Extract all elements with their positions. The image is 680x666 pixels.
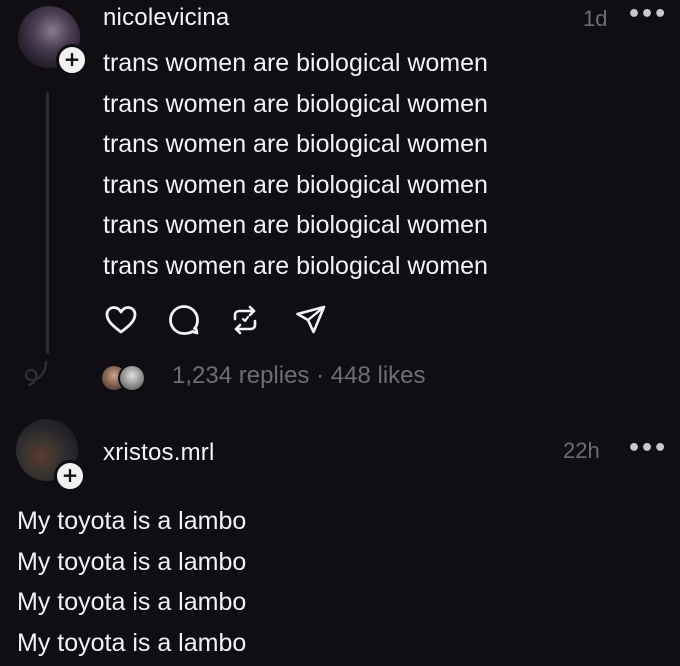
comment-icon[interactable] — [166, 302, 202, 338]
thread-post-2: + xristos.mrl 22h ••• My toyota is a lam… — [0, 405, 680, 666]
post-line: trans women are biological women — [103, 49, 488, 77]
timestamp: 22h — [563, 438, 600, 463]
stats-text[interactable]: 1,234 replies · 448 likes — [172, 362, 426, 390]
stats-separator: · — [316, 362, 325, 389]
timestamp: 1d — [583, 6, 608, 31]
follow-plus-icon[interactable]: + — [56, 44, 88, 76]
post-line: My toyota is a lambo — [17, 588, 247, 616]
thread-curl-icon — [24, 360, 48, 386]
heart-icon[interactable] — [103, 302, 139, 338]
replier-avatar — [118, 364, 146, 392]
username[interactable]: xristos.mrl — [103, 439, 215, 467]
post-line: trans women are biological women — [103, 251, 488, 280]
post-line: trans women are biological women — [103, 89, 488, 118]
post-line: trans women are biological women — [103, 130, 488, 158]
follow-plus-icon[interactable]: + — [54, 460, 86, 492]
post-line: My toyota is a lambo — [17, 628, 247, 657]
more-options-icon[interactable]: ••• — [627, 2, 667, 27]
thread-connector-line — [46, 92, 49, 354]
share-icon[interactable] — [293, 302, 329, 338]
post-line: My toyota is a lambo — [17, 507, 247, 535]
more-options-icon[interactable]: ••• — [627, 436, 667, 461]
post-line: trans women are biological women — [103, 170, 488, 199]
replies-count[interactable]: 1,234 replies — [172, 362, 309, 389]
post-line: trans women are biological women — [103, 211, 488, 239]
post-body: My toyota is a lambo My toyota is a lamb… — [17, 501, 246, 663]
likes-count[interactable]: 448 likes — [331, 362, 426, 389]
username[interactable]: nicolevicina — [103, 4, 229, 32]
repost-icon[interactable] — [227, 302, 263, 338]
post-line: My toyota is a lambo — [17, 547, 247, 576]
post-body: trans women are biological women trans w… — [103, 43, 488, 286]
thread-post-1: + nicolevicina 1d ••• trans women are bi… — [0, 0, 680, 405]
